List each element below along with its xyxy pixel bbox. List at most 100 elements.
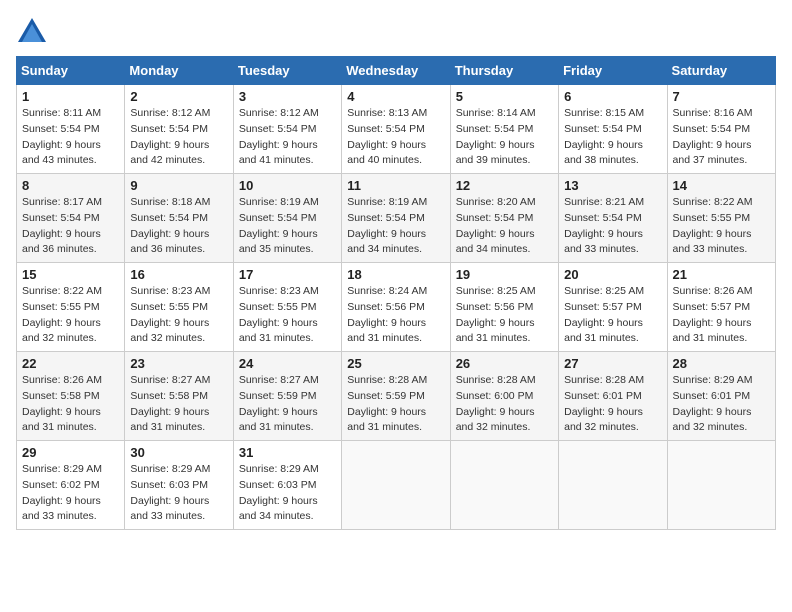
- day-number: 9: [130, 178, 227, 193]
- header-day-friday: Friday: [559, 57, 667, 85]
- calendar-cell: [667, 441, 775, 530]
- day-number: 18: [347, 267, 444, 282]
- calendar-cell: 10 Sunrise: 8:19 AMSunset: 5:54 PMDaylig…: [233, 174, 341, 263]
- day-number: 29: [22, 445, 119, 460]
- day-info: Sunrise: 8:29 AMSunset: 6:02 PMDaylight:…: [22, 463, 102, 522]
- day-number: 7: [673, 89, 770, 104]
- logo: [16, 16, 52, 44]
- calendar-cell: 8 Sunrise: 8:17 AMSunset: 5:54 PMDayligh…: [17, 174, 125, 263]
- day-info: Sunrise: 8:29 AMSunset: 6:03 PMDaylight:…: [239, 463, 319, 522]
- calendar-table: SundayMondayTuesdayWednesdayThursdayFrid…: [16, 56, 776, 530]
- calendar-cell: 2 Sunrise: 8:12 AMSunset: 5:54 PMDayligh…: [125, 85, 233, 174]
- week-row-3: 15 Sunrise: 8:22 AMSunset: 5:55 PMDaylig…: [17, 263, 776, 352]
- day-number: 28: [673, 356, 770, 371]
- day-number: 31: [239, 445, 336, 460]
- day-number: 19: [456, 267, 553, 282]
- calendar-body: 1 Sunrise: 8:11 AMSunset: 5:54 PMDayligh…: [17, 85, 776, 530]
- day-number: 26: [456, 356, 553, 371]
- day-number: 8: [22, 178, 119, 193]
- calendar-cell: [559, 441, 667, 530]
- day-number: 22: [22, 356, 119, 371]
- day-number: 6: [564, 89, 661, 104]
- day-info: Sunrise: 8:12 AMSunset: 5:54 PMDaylight:…: [239, 107, 319, 166]
- day-info: Sunrise: 8:23 AMSunset: 5:55 PMDaylight:…: [130, 285, 210, 344]
- calendar-cell: 16 Sunrise: 8:23 AMSunset: 5:55 PMDaylig…: [125, 263, 233, 352]
- header-day-thursday: Thursday: [450, 57, 558, 85]
- day-info: Sunrise: 8:29 AMSunset: 6:03 PMDaylight:…: [130, 463, 210, 522]
- day-info: Sunrise: 8:23 AMSunset: 5:55 PMDaylight:…: [239, 285, 319, 344]
- calendar-cell: 22 Sunrise: 8:26 AMSunset: 5:58 PMDaylig…: [17, 352, 125, 441]
- day-info: Sunrise: 8:12 AMSunset: 5:54 PMDaylight:…: [130, 107, 210, 166]
- day-info: Sunrise: 8:22 AMSunset: 5:55 PMDaylight:…: [22, 285, 102, 344]
- calendar-cell: 4 Sunrise: 8:13 AMSunset: 5:54 PMDayligh…: [342, 85, 450, 174]
- calendar-cell: 3 Sunrise: 8:12 AMSunset: 5:54 PMDayligh…: [233, 85, 341, 174]
- logo-icon: [16, 16, 48, 44]
- day-number: 23: [130, 356, 227, 371]
- header-day-monday: Monday: [125, 57, 233, 85]
- header-row: SundayMondayTuesdayWednesdayThursdayFrid…: [17, 57, 776, 85]
- day-number: 13: [564, 178, 661, 193]
- day-info: Sunrise: 8:11 AMSunset: 5:54 PMDaylight:…: [22, 107, 101, 166]
- day-info: Sunrise: 8:13 AMSunset: 5:54 PMDaylight:…: [347, 107, 427, 166]
- calendar-cell: 14 Sunrise: 8:22 AMSunset: 5:55 PMDaylig…: [667, 174, 775, 263]
- calendar-cell: 31 Sunrise: 8:29 AMSunset: 6:03 PMDaylig…: [233, 441, 341, 530]
- day-number: 27: [564, 356, 661, 371]
- calendar-cell: 7 Sunrise: 8:16 AMSunset: 5:54 PMDayligh…: [667, 85, 775, 174]
- header: [16, 16, 776, 44]
- day-number: 10: [239, 178, 336, 193]
- week-row-4: 22 Sunrise: 8:26 AMSunset: 5:58 PMDaylig…: [17, 352, 776, 441]
- calendar-cell: 24 Sunrise: 8:27 AMSunset: 5:59 PMDaylig…: [233, 352, 341, 441]
- calendar-cell: 18 Sunrise: 8:24 AMSunset: 5:56 PMDaylig…: [342, 263, 450, 352]
- day-number: 14: [673, 178, 770, 193]
- day-info: Sunrise: 8:25 AMSunset: 5:57 PMDaylight:…: [564, 285, 644, 344]
- calendar-cell: 30 Sunrise: 8:29 AMSunset: 6:03 PMDaylig…: [125, 441, 233, 530]
- week-row-5: 29 Sunrise: 8:29 AMSunset: 6:02 PMDaylig…: [17, 441, 776, 530]
- day-info: Sunrise: 8:28 AMSunset: 5:59 PMDaylight:…: [347, 374, 427, 433]
- calendar-cell: 13 Sunrise: 8:21 AMSunset: 5:54 PMDaylig…: [559, 174, 667, 263]
- header-day-wednesday: Wednesday: [342, 57, 450, 85]
- day-number: 5: [456, 89, 553, 104]
- calendar-cell: 20 Sunrise: 8:25 AMSunset: 5:57 PMDaylig…: [559, 263, 667, 352]
- calendar-cell: 27 Sunrise: 8:28 AMSunset: 6:01 PMDaylig…: [559, 352, 667, 441]
- calendar-cell: 11 Sunrise: 8:19 AMSunset: 5:54 PMDaylig…: [342, 174, 450, 263]
- header-day-saturday: Saturday: [667, 57, 775, 85]
- day-info: Sunrise: 8:19 AMSunset: 5:54 PMDaylight:…: [347, 196, 427, 255]
- day-number: 25: [347, 356, 444, 371]
- day-number: 2: [130, 89, 227, 104]
- day-info: Sunrise: 8:28 AMSunset: 6:01 PMDaylight:…: [564, 374, 644, 433]
- day-number: 16: [130, 267, 227, 282]
- calendar-cell: 12 Sunrise: 8:20 AMSunset: 5:54 PMDaylig…: [450, 174, 558, 263]
- week-row-2: 8 Sunrise: 8:17 AMSunset: 5:54 PMDayligh…: [17, 174, 776, 263]
- day-info: Sunrise: 8:28 AMSunset: 6:00 PMDaylight:…: [456, 374, 536, 433]
- day-info: Sunrise: 8:16 AMSunset: 5:54 PMDaylight:…: [673, 107, 753, 166]
- week-row-1: 1 Sunrise: 8:11 AMSunset: 5:54 PMDayligh…: [17, 85, 776, 174]
- calendar-cell: [342, 441, 450, 530]
- calendar-header: SundayMondayTuesdayWednesdayThursdayFrid…: [17, 57, 776, 85]
- day-number: 11: [347, 178, 444, 193]
- calendar-cell: 9 Sunrise: 8:18 AMSunset: 5:54 PMDayligh…: [125, 174, 233, 263]
- day-number: 15: [22, 267, 119, 282]
- calendar-cell: 15 Sunrise: 8:22 AMSunset: 5:55 PMDaylig…: [17, 263, 125, 352]
- day-number: 21: [673, 267, 770, 282]
- day-info: Sunrise: 8:26 AMSunset: 5:58 PMDaylight:…: [22, 374, 102, 433]
- day-info: Sunrise: 8:20 AMSunset: 5:54 PMDaylight:…: [456, 196, 536, 255]
- calendar-cell: 6 Sunrise: 8:15 AMSunset: 5:54 PMDayligh…: [559, 85, 667, 174]
- calendar-cell: 5 Sunrise: 8:14 AMSunset: 5:54 PMDayligh…: [450, 85, 558, 174]
- day-info: Sunrise: 8:27 AMSunset: 5:59 PMDaylight:…: [239, 374, 319, 433]
- day-info: Sunrise: 8:15 AMSunset: 5:54 PMDaylight:…: [564, 107, 644, 166]
- day-info: Sunrise: 8:27 AMSunset: 5:58 PMDaylight:…: [130, 374, 210, 433]
- day-number: 1: [22, 89, 119, 104]
- calendar-cell: 19 Sunrise: 8:25 AMSunset: 5:56 PMDaylig…: [450, 263, 558, 352]
- day-info: Sunrise: 8:14 AMSunset: 5:54 PMDaylight:…: [456, 107, 536, 166]
- calendar-cell: 28 Sunrise: 8:29 AMSunset: 6:01 PMDaylig…: [667, 352, 775, 441]
- day-info: Sunrise: 8:18 AMSunset: 5:54 PMDaylight:…: [130, 196, 210, 255]
- day-number: 3: [239, 89, 336, 104]
- day-info: Sunrise: 8:21 AMSunset: 5:54 PMDaylight:…: [564, 196, 644, 255]
- day-number: 17: [239, 267, 336, 282]
- day-number: 4: [347, 89, 444, 104]
- calendar-cell: 23 Sunrise: 8:27 AMSunset: 5:58 PMDaylig…: [125, 352, 233, 441]
- day-number: 30: [130, 445, 227, 460]
- day-info: Sunrise: 8:25 AMSunset: 5:56 PMDaylight:…: [456, 285, 536, 344]
- day-info: Sunrise: 8:24 AMSunset: 5:56 PMDaylight:…: [347, 285, 427, 344]
- day-info: Sunrise: 8:17 AMSunset: 5:54 PMDaylight:…: [22, 196, 102, 255]
